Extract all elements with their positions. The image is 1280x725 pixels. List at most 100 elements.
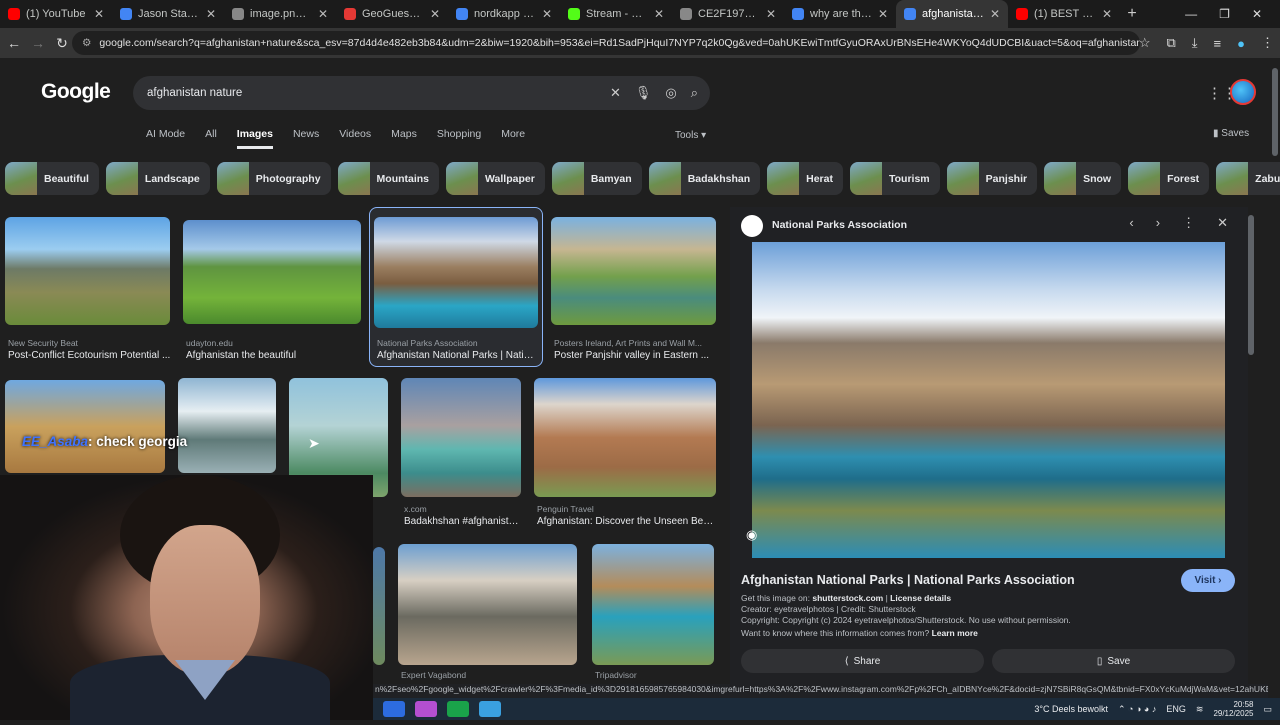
browser-tab[interactable]: image.png (1671 ✕ <box>224 0 336 28</box>
result-caption[interactable]: Post-Conflict Ecotourism Potential ... <box>8 350 173 361</box>
menu-icon[interactable]: ⋮ <box>1261 35 1274 51</box>
tab-news[interactable]: News <box>293 128 319 149</box>
tab-close-icon[interactable]: ✕ <box>542 7 552 21</box>
extensions-icon[interactable]: ⧉ <box>1167 35 1176 51</box>
tab-close-icon[interactable]: ✕ <box>94 7 104 21</box>
result-image[interactable] <box>374 217 538 328</box>
notification-icon[interactable]: ▭ <box>1263 704 1272 715</box>
profile-icon[interactable]: ● <box>1237 36 1245 51</box>
new-tab-icon[interactable]: + <box>1120 5 1144 23</box>
tab-maps[interactable]: Maps <box>391 128 417 149</box>
microphone-icon[interactable]: 🎙 <box>635 85 652 101</box>
browser-tab[interactable]: afghanistan natu ✕ <box>896 0 1008 28</box>
chip-bamyan[interactable]: Bamyan <box>551 162 642 195</box>
tab-ai-mode[interactable]: AI Mode <box>146 128 185 149</box>
visit-button[interactable]: Visit › <box>1181 569 1235 592</box>
lens-search-icon[interactable]: ◉ <box>746 527 757 543</box>
result-image[interactable] <box>183 220 361 324</box>
tab-videos[interactable]: Videos <box>339 128 371 149</box>
forward-icon[interactable]: → <box>26 35 50 51</box>
browser-tab[interactable]: Jason Statham - G ✕ <box>112 0 224 28</box>
browser-tab[interactable]: why are they very ✕ <box>784 0 896 28</box>
save-button[interactable]: ▯ Save <box>992 649 1235 673</box>
result-image[interactable] <box>592 544 714 665</box>
tab-close-icon[interactable]: ✕ <box>990 7 1000 21</box>
result-image[interactable] <box>534 378 716 497</box>
result-caption[interactable]: Badakhshan #afghanistan <box>404 516 519 527</box>
result-image[interactable] <box>178 378 276 473</box>
language[interactable]: ENG <box>1166 704 1186 714</box>
clear-icon[interactable]: ✕ <box>610 85 621 101</box>
taskbar-app-icon[interactable] <box>415 701 437 717</box>
tab-more[interactable]: More <box>501 128 525 149</box>
tab-close-icon[interactable]: ✕ <box>878 7 888 21</box>
chip-wallpaper[interactable]: Wallpaper <box>446 162 545 195</box>
panel-scrollbar[interactable] <box>1248 215 1254 355</box>
chip-landscape[interactable]: Landscape <box>105 162 210 195</box>
prev-icon[interactable]: ‹ <box>1129 215 1133 231</box>
result-image[interactable] <box>5 380 165 473</box>
maximize-icon[interactable]: ❐ <box>1219 7 1230 21</box>
result-image[interactable] <box>373 547 385 665</box>
tab-close-icon[interactable]: ✕ <box>206 7 216 21</box>
result-image[interactable] <box>401 378 521 497</box>
result-image[interactable] <box>398 544 577 665</box>
tab-close-icon[interactable]: ✕ <box>654 7 664 21</box>
chip-tourism[interactable]: Tourism <box>849 162 940 195</box>
chip-badakhshan[interactable]: Badakhshan <box>648 162 761 195</box>
search-input[interactable]: afghanistan nature ✕ 🎙 ◎ ⌕ <box>133 76 710 110</box>
chip-photography[interactable]: Photography <box>216 162 331 195</box>
tab-close-icon[interactable]: ✕ <box>766 7 776 21</box>
lens-icon[interactable]: ◎ <box>665 85 676 101</box>
close-window-icon[interactable]: ✕ <box>1252 7 1262 21</box>
tab-shopping[interactable]: Shopping <box>437 128 481 149</box>
taskbar-app-icon[interactable] <box>447 701 469 717</box>
browser-tab[interactable]: CE2F1975-9A3F-4 ✕ <box>672 0 784 28</box>
result-caption[interactable]: Afghanistan the beautiful <box>186 350 356 361</box>
taskbar-app-icon[interactable] <box>479 701 501 717</box>
bookmark-star-icon[interactable]: ☆ <box>1139 35 1151 51</box>
site-info-icon[interactable]: ⚙ <box>82 37 91 49</box>
result-caption[interactable]: Poster Panjshir valley in Eastern ... <box>554 350 716 361</box>
media-icon[interactable]: ≡ <box>1214 36 1222 51</box>
wifi-icon[interactable]: ≋ <box>1196 704 1204 715</box>
address-bar[interactable]: ⚙ google.com/search?q=afghanistan+nature… <box>72 31 1140 55</box>
tools-button[interactable]: Tools ▾ <box>675 130 706 141</box>
chip-forest[interactable]: Forest <box>1128 162 1210 195</box>
page-scrollbar[interactable] <box>1272 68 1278 156</box>
minimize-icon[interactable]: — <box>1185 7 1197 21</box>
panel-source[interactable]: National Parks Association <box>772 219 907 231</box>
chip-zabul[interactable]: Zabul <box>1216 162 1280 195</box>
preview-image[interactable] <box>752 242 1225 558</box>
clock[interactable]: 20:58 29/12/2025 <box>1213 700 1253 718</box>
tab-images[interactable]: Images <box>236 128 273 149</box>
browser-tab[interactable]: Stream - Kick Da ✕ <box>560 0 672 28</box>
share-button[interactable]: ⟨ Share <box>741 649 984 673</box>
chip-mountains[interactable]: Mountains <box>337 162 440 195</box>
avatar[interactable] <box>1230 79 1256 105</box>
reload-icon[interactable]: ↻ <box>50 35 74 52</box>
close-icon[interactable]: ✕ <box>1217 215 1228 231</box>
tab-all[interactable]: All <box>205 128 217 149</box>
next-icon[interactable]: › <box>1156 215 1160 231</box>
taskbar-app-icon[interactable] <box>383 701 405 717</box>
browser-tab[interactable]: (1) BEST CROISSA ✕ <box>1008 0 1120 28</box>
chip-panjshir[interactable]: Panjshir <box>946 162 1038 195</box>
result-caption[interactable]: Afghanistan: Discover the Unseen Bea... <box>537 516 716 527</box>
tray-icons[interactable]: ⌃ ◔ ◑ ◕ ♪ <box>1118 704 1156 715</box>
browser-tab[interactable]: (1) YouTube ✕ <box>0 0 112 28</box>
tab-close-icon[interactable]: ✕ <box>430 7 440 21</box>
google-logo[interactable]: Google <box>41 80 111 104</box>
search-icon[interactable]: ⌕ <box>691 85 698 101</box>
tab-close-icon[interactable]: ✕ <box>1102 7 1112 21</box>
chip-herat[interactable]: Herat <box>767 162 843 195</box>
weather-text[interactable]: 3°C Deels bewolkt <box>1034 704 1108 714</box>
tab-close-icon[interactable]: ✕ <box>318 7 328 21</box>
more-options-icon[interactable]: ⋮ <box>1182 215 1195 231</box>
result-caption[interactable]: Afghanistan National Parks | Natio... <box>377 350 537 361</box>
browser-tab[interactable]: GeoGuessr - Let's ✕ <box>336 0 448 28</box>
download-icon[interactable]: ⤓ <box>1192 35 1198 51</box>
saves-button[interactable]: ▮ Saves <box>1213 128 1249 139</box>
result-image[interactable] <box>551 217 716 325</box>
chip-snow[interactable]: Snow <box>1044 162 1122 195</box>
